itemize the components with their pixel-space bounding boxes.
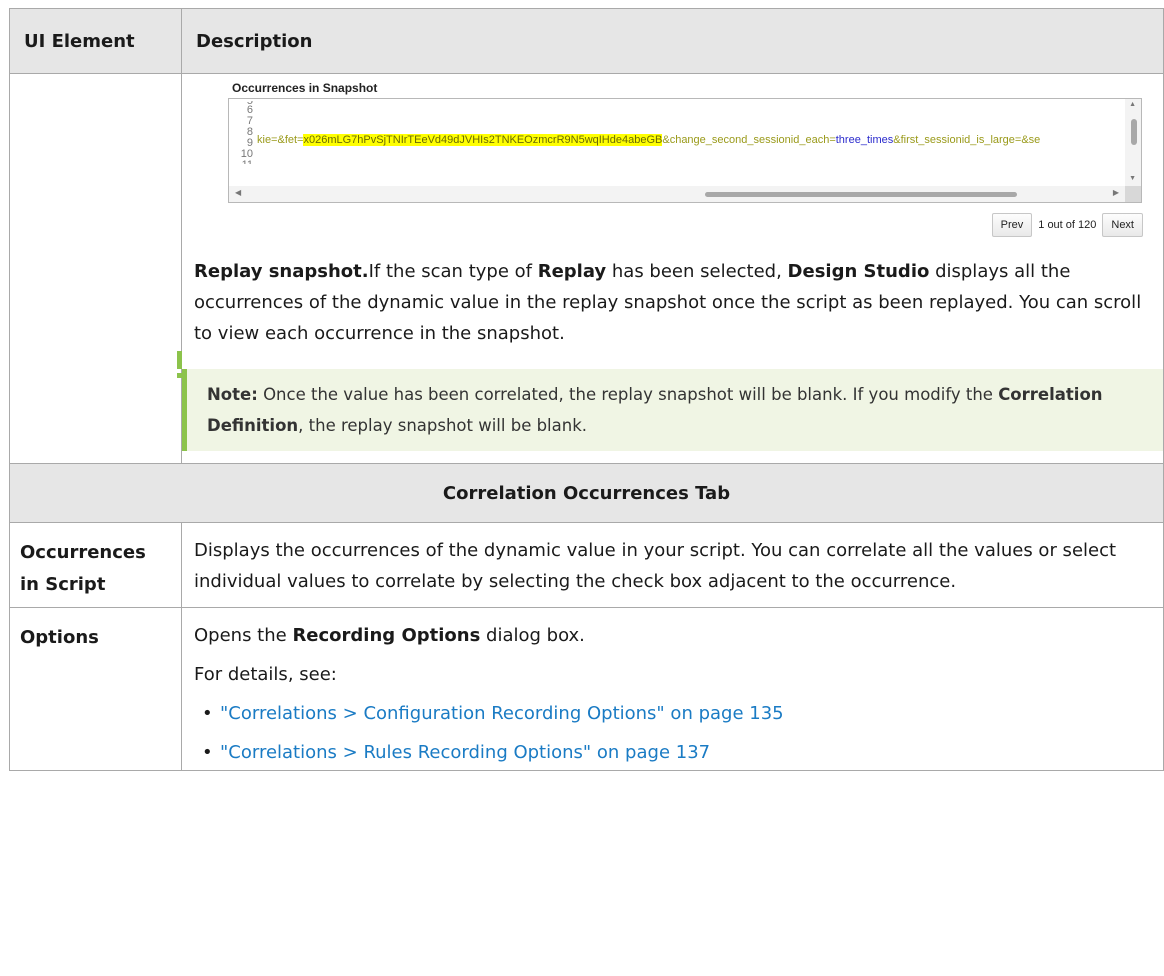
text: , the replay snapshot will be blank. (298, 416, 588, 435)
line-number: 10 (240, 148, 253, 160)
ui-element-description: Opens the Recording Options dialog box. … (181, 607, 1164, 771)
code-value: three_times (835, 134, 894, 146)
line-number: 11 (229, 160, 253, 164)
line-number-gutter: 5 6 7 8 9 10 11 (229, 101, 253, 164)
configuration-recording-options-link[interactable]: "Correlations > Configuration Recording … (220, 703, 784, 724)
exclamation-icon (177, 351, 182, 378)
text: Once the value has been correlated, the … (257, 385, 999, 404)
ui-element-cell-empty (9, 73, 182, 464)
text: Opens the (194, 625, 293, 646)
scroll-right-icon[interactable]: ▶ (1113, 188, 1119, 197)
section-title: Correlation Occurrences Tab (9, 463, 1164, 523)
replay-snapshot-description: Replay snapshot.If the scan type of Repl… (182, 256, 1163, 349)
ui-element-table: UI Element Description Occurrences in Sn… (9, 8, 1164, 771)
section-row: Correlation Occurrences Tab (9, 463, 1164, 523)
scroll-down-icon[interactable]: ▼ (1129, 175, 1136, 182)
list-item: "Correlations > Rules Recording Options"… (202, 737, 1149, 768)
text: If the scan type of (368, 261, 538, 282)
code-suffix: &first_sessionid_is_large=&se (893, 134, 1041, 146)
scrollbar-corner (1125, 186, 1141, 202)
prev-button[interactable]: Prev (991, 213, 1033, 237)
code-line: kie=&fet=x026mLG7hPvSjTNIrTEeVd49dJVHIs2… (257, 134, 1041, 146)
note-label: Note: (207, 385, 258, 404)
text: has been selected, (606, 261, 788, 282)
vertical-scroll-thumb[interactable] (1131, 119, 1137, 145)
header-ui-element: UI Element (9, 8, 182, 74)
ui-element-description: Displays the occurrences of the dynamic … (181, 522, 1164, 608)
occurrence-counter: 1 out of 120 (1038, 219, 1097, 231)
text-bold: Replay (537, 261, 607, 282)
next-button[interactable]: Next (1102, 213, 1143, 237)
horizontal-scrollbar[interactable]: ◀ ▶ (229, 186, 1125, 202)
ui-element-name: Occurrences in Script (9, 522, 182, 608)
table-header-row: UI Element Description (9, 8, 1164, 74)
scroll-up-icon[interactable]: ▲ (1129, 101, 1136, 108)
options-text: Opens the Recording Options dialog box. (194, 620, 1149, 651)
note-box: Note: Once the value has been correlated… (177, 351, 1163, 451)
snapshot-title: Occurrences in Snapshot (232, 81, 378, 95)
snapshot-pager: Prev 1 out of 120 Next (991, 213, 1143, 237)
code-prefix: kie=&fet= (257, 134, 304, 146)
replay-snapshot-lead: Replay snapshot. (194, 261, 369, 282)
code-highlight: x026mLG7hPvSjTNIrTEeVd49dJVHIs2TNKEOzmcr… (303, 134, 663, 146)
text-bold: Design Studio (787, 261, 930, 282)
vertical-scrollbar[interactable]: ▲ ▼ (1125, 99, 1141, 187)
list-item: "Correlations > Configuration Recording … (202, 698, 1149, 729)
table-row: Occurrences in Script Displays the occur… (9, 522, 1164, 608)
scroll-left-icon[interactable]: ◀ (235, 188, 241, 197)
text-bold: Recording Options (292, 625, 481, 646)
table-row: Options Opens the Recording Options dial… (9, 607, 1164, 771)
snapshot-code-view[interactable]: 5 6 7 8 9 10 11 kie=&fet=x026mLG7hPvSjTN… (228, 98, 1142, 203)
description-cell: Occurrences in Snapshot 5 6 7 8 9 10 11 … (177, 73, 1164, 464)
snapshot-widget: Occurrences in Snapshot 5 6 7 8 9 10 11 … (182, 74, 1163, 258)
details-text: For details, see: (194, 664, 337, 685)
code-mid: &change_second_sessionid_each= (662, 134, 836, 146)
horizontal-scroll-thumb[interactable] (705, 192, 1017, 197)
text: dialog box. (480, 625, 585, 646)
header-description: Description (181, 8, 1164, 74)
details-link-list: "Correlations > Configuration Recording … (194, 698, 1149, 768)
rules-recording-options-link[interactable]: "Correlations > Rules Recording Options"… (220, 742, 710, 763)
ui-element-name: Options (9, 607, 182, 771)
table-row: Occurrences in Snapshot 5 6 7 8 9 10 11 … (9, 73, 1164, 464)
